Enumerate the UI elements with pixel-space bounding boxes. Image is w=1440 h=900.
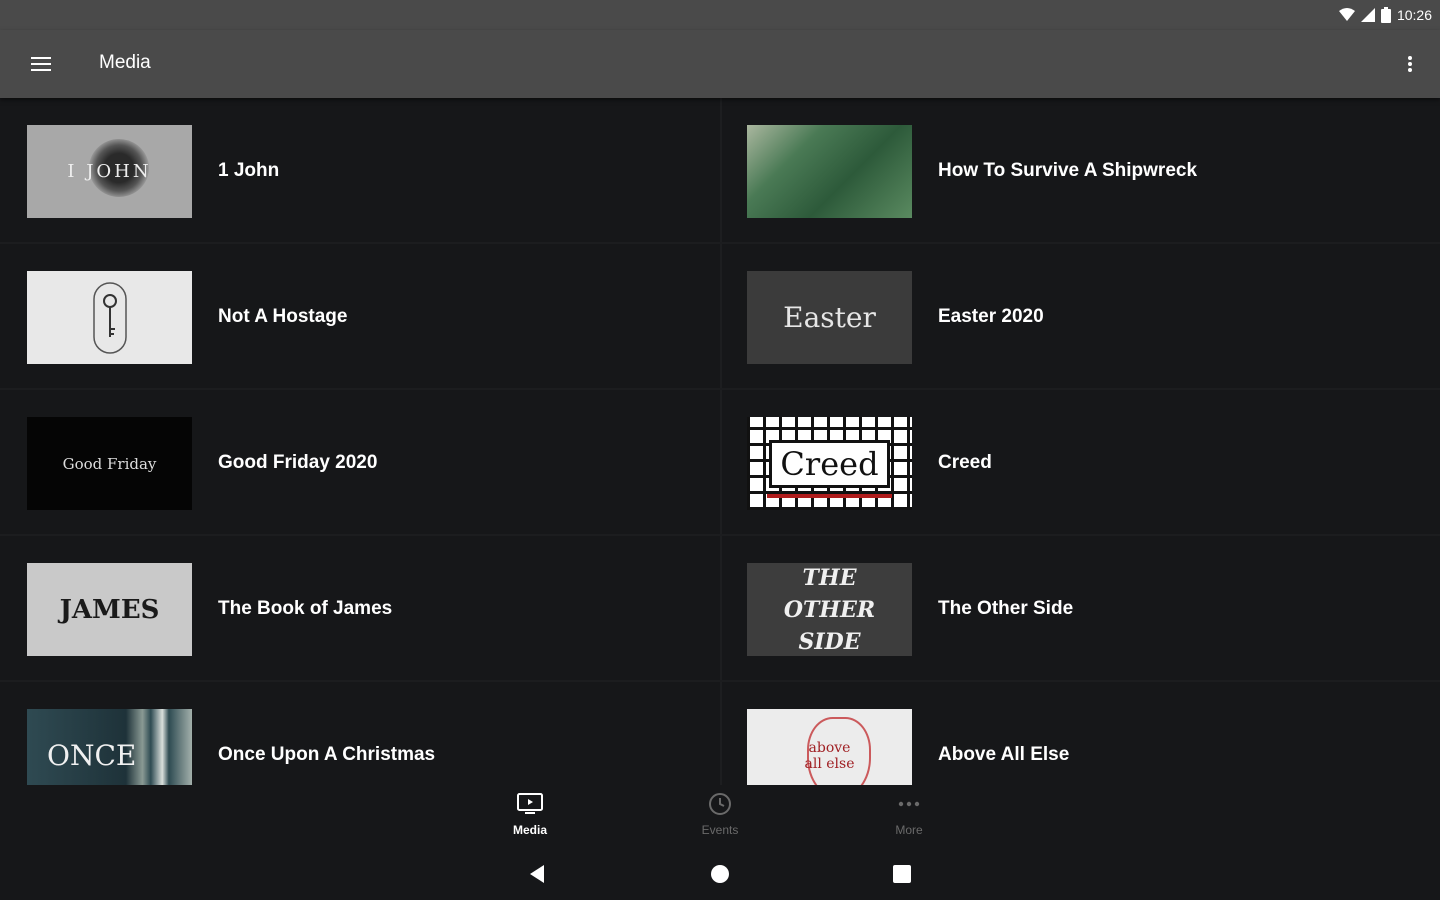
media-title: Easter 2020 — [938, 306, 1044, 327]
media-title: Once Upon A Christmas — [218, 744, 436, 765]
tab-media[interactable]: Media — [490, 791, 570, 843]
thumbnail-text: ONCE — [47, 738, 137, 772]
thumbnail-text: I JOHN — [67, 161, 152, 182]
more-vertical-icon[interactable] — [1398, 46, 1422, 82]
clock-icon — [708, 791, 732, 817]
media-title: The Book of James — [218, 598, 393, 619]
thumbnail-text: Good Friday — [62, 454, 157, 473]
media-title: Not A Hostage — [218, 306, 348, 327]
media-item-easter-2020[interactable]: Easter Easter 2020 — [720, 244, 1440, 390]
media-grid: I JOHN 1 John How To Survive A Shipwreck… — [0, 98, 1440, 785]
key-icon — [92, 281, 127, 354]
wifi-icon — [1338, 8, 1355, 21]
signal-icon — [1360, 8, 1375, 22]
media-item-above-all-else[interactable]: above all else Above All Else — [720, 682, 1440, 785]
media-item-good-friday-2020[interactable]: Good Friday Good Friday 2020 — [0, 390, 720, 536]
media-title: Above All Else — [938, 744, 1070, 765]
media-item-book-of-james[interactable]: JAMES The Book of James — [0, 536, 720, 682]
tab-more[interactable]: More — [869, 791, 949, 843]
app-bar: Media — [0, 30, 1440, 98]
media-thumbnail: Creed — [747, 417, 912, 510]
media-title: How To Survive A Shipwreck — [938, 160, 1198, 181]
media-item-not-a-hostage[interactable]: Not A Hostage — [0, 244, 720, 390]
home-icon[interactable] — [706, 860, 734, 888]
media-title: The Other Side — [938, 598, 1074, 619]
tab-label: Media — [512, 823, 547, 837]
media-item-once-upon-a-christmas[interactable]: ONCE Once Upon A Christmas — [0, 682, 720, 785]
tab-events[interactable]: Events — [680, 791, 760, 843]
thumbnail-text: Creed — [769, 439, 890, 488]
more-horizontal-icon — [897, 791, 921, 817]
thumbnail-text: Easter — [783, 301, 876, 334]
system-navigation-bar — [0, 845, 1440, 900]
status-time: 10:26 — [1396, 7, 1432, 23]
bottom-navigation: Media Events More — [0, 785, 1440, 845]
media-item-1-john[interactable]: I JOHN 1 John — [0, 98, 720, 244]
media-thumbnail: Easter — [747, 271, 912, 364]
page-title: Media — [99, 52, 151, 73]
thumbnail-text: THE OTHER SIDE — [783, 564, 876, 655]
media-thumbnail: above all else — [747, 709, 912, 785]
battery-icon — [1380, 7, 1391, 23]
thumbnail-text: above all else — [804, 739, 855, 772]
media-title: Creed — [938, 452, 992, 473]
recents-icon[interactable] — [888, 860, 916, 888]
media-thumbnail: Good Friday — [27, 417, 192, 510]
media-item-shipwreck[interactable]: How To Survive A Shipwreck — [720, 98, 1440, 244]
media-title: Good Friday 2020 — [218, 452, 378, 473]
media-thumbnail — [747, 125, 912, 218]
media-thumbnail — [27, 271, 192, 364]
status-bar: 10:26 — [0, 0, 1440, 30]
tv-icon — [517, 791, 543, 817]
status-icons: 10:26 — [1338, 5, 1432, 25]
media-title: 1 John — [218, 160, 280, 181]
media-thumbnail: I JOHN — [27, 125, 192, 218]
media-thumbnail: ONCE — [27, 709, 192, 785]
media-item-creed[interactable]: Creed Creed — [720, 390, 1440, 536]
media-item-the-other-side[interactable]: THE OTHER SIDE The Other Side — [720, 536, 1440, 682]
back-icon[interactable] — [523, 860, 551, 888]
tab-label: Events — [701, 823, 739, 837]
media-thumbnail: THE OTHER SIDE — [747, 563, 912, 656]
media-thumbnail: JAMES — [27, 563, 192, 656]
tab-label: More — [895, 823, 923, 837]
thumbnail-text: JAMES — [59, 594, 160, 625]
hamburger-menu-icon[interactable] — [22, 46, 60, 82]
